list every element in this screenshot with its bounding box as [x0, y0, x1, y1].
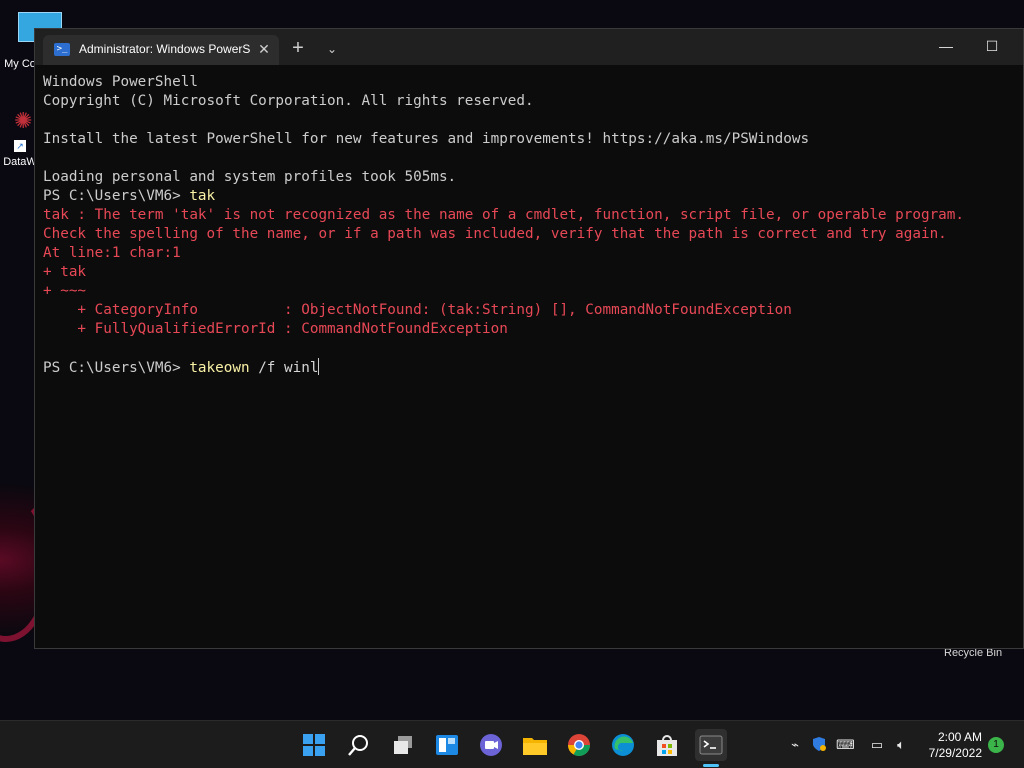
file-explorer-icon — [523, 738, 547, 755]
keyboard-icon[interactable]: ⌨ — [836, 736, 855, 754]
terminal-line: PS C:\Users\VM6> tak — [43, 187, 1017, 206]
terminal-line: + tak — [43, 264, 87, 280]
terminal-button[interactable] — [695, 729, 727, 761]
task-view-button[interactable] — [387, 729, 419, 761]
new-tab-button[interactable]: + — [287, 37, 309, 59]
edge-icon — [612, 734, 634, 756]
start-icon — [303, 734, 325, 756]
taskbar: ⌁ ⌨ ▭ 🔈︎ 2:00 AM 7/29/2022 1 — [0, 720, 1024, 768]
powershell-icon: >_ — [54, 43, 70, 56]
microsoft-store-icon — [657, 735, 677, 756]
terminal-line: PS C:\Users\VM6> takeown /f winl — [43, 358, 1017, 377]
terminal-line: + FullyQualifiedErrorId : CommandNotFoun… — [43, 321, 508, 337]
terminal-window[interactable]: >_ Administrator: Windows PowerShell ✕ +… — [34, 28, 1024, 649]
clock-date: 7/29/2022 — [928, 746, 982, 760]
terminal-line: + CategoryInfo : ObjectNotFound: (tak:St… — [43, 302, 792, 318]
network-off-icon[interactable]: ⌁ — [786, 736, 804, 754]
notification-badge[interactable]: 1 — [988, 737, 1004, 753]
chrome-icon — [568, 734, 590, 756]
command-args: /f winl — [249, 360, 319, 376]
tab-powershell[interactable]: >_ Administrator: Windows PowerShell ✕ — [43, 35, 279, 65]
volume-icon[interactable]: 🔈︎ — [892, 736, 910, 754]
close-tab-icon[interactable]: ✕ — [255, 40, 273, 58]
terminal-icon — [699, 735, 723, 755]
task-view-icon — [394, 736, 412, 754]
file-explorer-button[interactable] — [519, 729, 551, 761]
chrome-button[interactable] — [563, 729, 595, 761]
clock-time: 2:00 AM — [937, 730, 982, 744]
teams-chat-button[interactable] — [475, 729, 507, 761]
search-button[interactable] — [343, 729, 375, 761]
search-icon — [348, 735, 368, 756]
minimize-button[interactable]: — — [923, 29, 969, 63]
terminal-line: Windows PowerShell — [43, 74, 198, 90]
shortcut-arrow-icon: ↗ — [14, 140, 26, 152]
terminal-line: Copyright (C) Microsoft Corporation. All… — [43, 93, 534, 109]
shield-icon — [813, 737, 826, 751]
title-bar[interactable]: >_ Administrator: Windows PowerShell ✕ +… — [35, 29, 1023, 65]
active-app-indicator — [703, 764, 719, 767]
prompt: PS C:\Users\VM6> — [43, 188, 190, 204]
desktop-icon-label-dataw[interactable]: DataW — [2, 156, 38, 168]
dataw-icon[interactable]: ✺ — [14, 108, 36, 134]
terminal-line: tak : The term 'tak' is not recognized a… — [43, 207, 964, 223]
text-cursor — [318, 358, 320, 375]
display-icon[interactable]: ▭ — [868, 736, 886, 754]
widgets-icon — [436, 735, 458, 755]
maximize-button[interactable]: ☐ — [969, 29, 1015, 63]
start-button[interactable] — [298, 729, 330, 761]
chevron-down-icon[interactable]: ⌄ — [321, 38, 343, 60]
desktop-icon-label-this-pc[interactable]: My Co — [2, 58, 38, 70]
terminal-line: + ~~~ — [43, 283, 87, 299]
terminal-line: Check the spelling of the name, or if a … — [43, 226, 947, 242]
teams-chat-icon — [480, 734, 502, 756]
terminal-output[interactable]: Windows PowerShell Copyright (C) Microsof… — [43, 73, 1017, 642]
tab-title: Administrator: Windows PowerShell — [79, 42, 251, 56]
terminal-line: At line:1 char:1 — [43, 245, 181, 261]
terminal-line: Loading personal and system profiles too… — [43, 169, 457, 185]
security-icon[interactable] — [810, 736, 828, 754]
command-text: tak — [189, 188, 216, 204]
widgets-button[interactable] — [431, 729, 463, 761]
microsoft-store-button[interactable] — [651, 729, 683, 761]
prompt: PS C:\Users\VM6> — [43, 360, 190, 376]
clock[interactable]: 2:00 AM 7/29/2022 — [918, 729, 982, 761]
edge-button[interactable] — [607, 729, 639, 761]
command-text: takeown — [189, 360, 250, 376]
terminal-line: Install the latest PowerShell for new fe… — [43, 131, 810, 147]
